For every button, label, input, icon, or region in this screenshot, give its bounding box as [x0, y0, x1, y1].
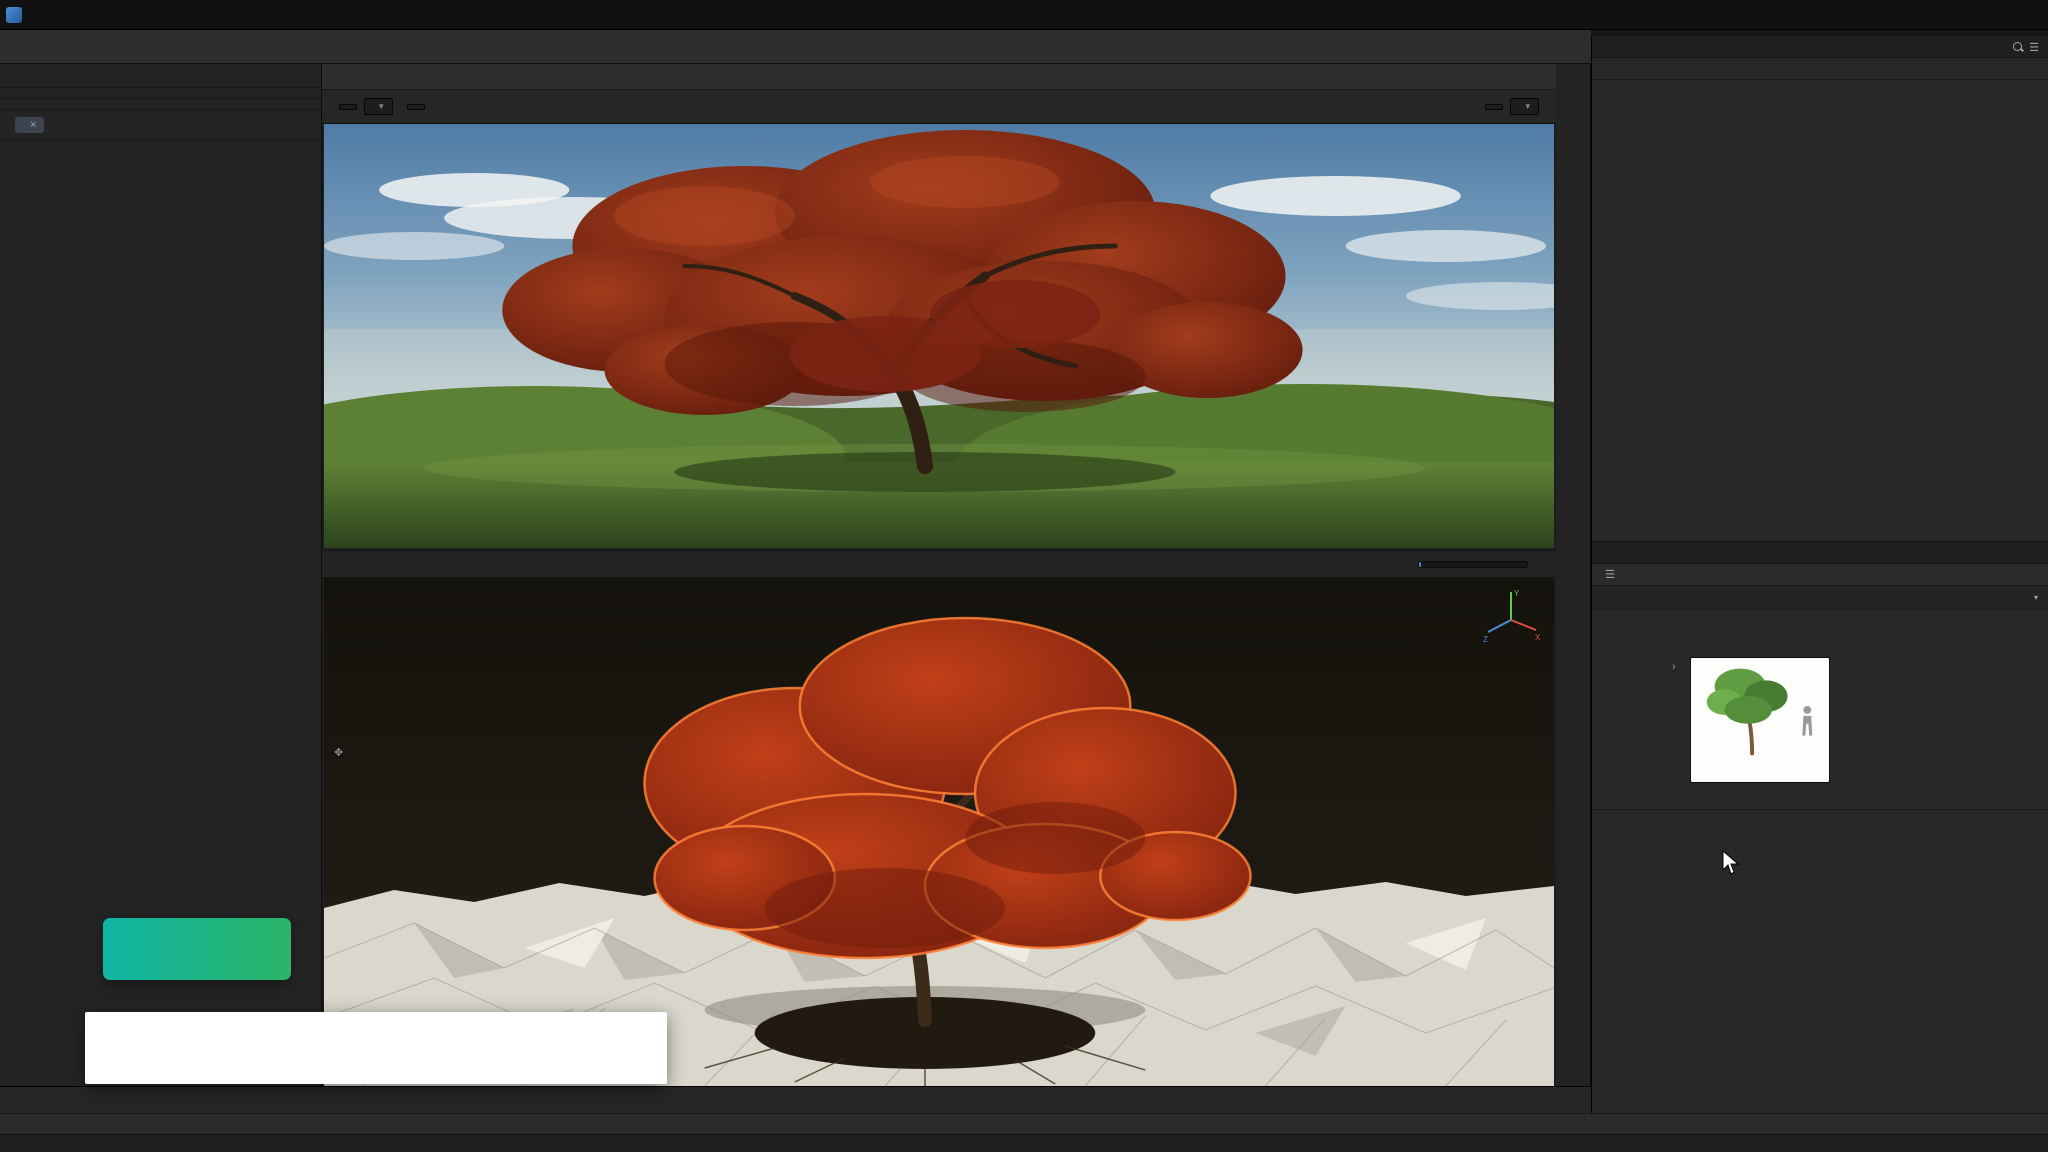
plant-preview-thumbnail[interactable]: [1690, 657, 1830, 783]
search-icon[interactable]: [2013, 42, 2024, 53]
render-view-menu: [322, 64, 1556, 90]
place-tool-label: ✥: [334, 746, 343, 759]
rendered-scene-image: [324, 124, 1554, 548]
attribute-section-tabs: [1592, 610, 2048, 635]
main-toolbar: [0, 30, 1591, 64]
object-tree: [1592, 80, 2048, 541]
application-window: × ▾ ▾: [0, 0, 2048, 1152]
perspective-viewport[interactable]: ✥ Y X Z: [324, 578, 1554, 1086]
render-pass-dropdown[interactable]: ▾: [364, 98, 393, 115]
svg-text:Z: Z: [1483, 635, 1488, 644]
perspective-scene-image: [324, 578, 1554, 1086]
hamburger-icon[interactable]: ☰: [1602, 567, 1618, 583]
attribute-manager: ☰ ▾ ›: [1592, 541, 2048, 1113]
timeline-range-bar: [0, 1134, 2048, 1152]
zoom-level-field[interactable]: [1485, 104, 1503, 110]
detail-section-title: [1592, 809, 2048, 818]
timeline-ruler[interactable]: [0, 1113, 2048, 1134]
progress-bar: [1418, 561, 1528, 568]
lower-third-title: [85, 1012, 667, 1084]
right-panel: ☰ ☰ ▾: [1591, 36, 2048, 1113]
axis-gizmo-icon: Y X Z: [1480, 586, 1542, 648]
render-view-toolbar: ▾ ▾: [322, 90, 1556, 124]
asset-filter-row-1: [0, 88, 321, 99]
render-viewport[interactable]: [324, 124, 1554, 548]
rt-toggle[interactable]: [339, 104, 357, 110]
object-manager-tabs: ☰: [1592, 36, 2048, 58]
object-properties-title: [1592, 635, 2048, 655]
attribute-object-title-bar: ▾: [1592, 586, 2048, 610]
attribute-mode-bar: ☰: [1592, 564, 2048, 586]
capsules-badge: [103, 918, 291, 980]
menu-bar: [0, 0, 2048, 30]
geometry-stats: [1592, 793, 2048, 801]
plant-field-label: [1602, 657, 1672, 787]
asset-browser-menu: [0, 64, 321, 88]
mouse-cursor: [1722, 850, 1740, 876]
plant-expander-icon[interactable]: ›: [1672, 657, 1690, 787]
plant-preview-row: ›: [1592, 655, 2048, 787]
plant-preview-image: [1691, 658, 1829, 758]
search-filter-chip[interactable]: ×: [15, 117, 44, 133]
asset-section-title: [0, 140, 321, 166]
app-logo-icon: [6, 7, 22, 23]
playback-bar: [0, 1086, 1591, 1113]
svg-text:X: X: [1535, 633, 1541, 642]
viewport-side-toolbar: [1556, 64, 1591, 1086]
plant-object-icon: [1602, 590, 1618, 606]
attribute-manager-tabs: [1592, 542, 2048, 564]
detail-fields: [1592, 818, 2048, 820]
viewport-area: ▾ ▾: [322, 64, 1556, 1086]
custom-preset-dropdown[interactable]: ▾: [2029, 593, 2038, 602]
render-nav-control[interactable]: [407, 104, 425, 110]
asset-filter-row-2: [0, 99, 321, 110]
clear-search-icon[interactable]: ×: [30, 119, 36, 131]
place-tool-icon: ✥: [334, 747, 343, 759]
asset-search-bar: ×: [0, 110, 321, 140]
image-size-dropdown[interactable]: ▾: [1510, 98, 1539, 115]
progress-strip: [322, 550, 1556, 578]
svg-text:Y: Y: [1514, 589, 1520, 598]
object-manager-menu: [1592, 58, 2048, 80]
object-manager: ☰: [1592, 36, 2048, 541]
om-filter-icon[interactable]: ☰: [2026, 39, 2042, 55]
